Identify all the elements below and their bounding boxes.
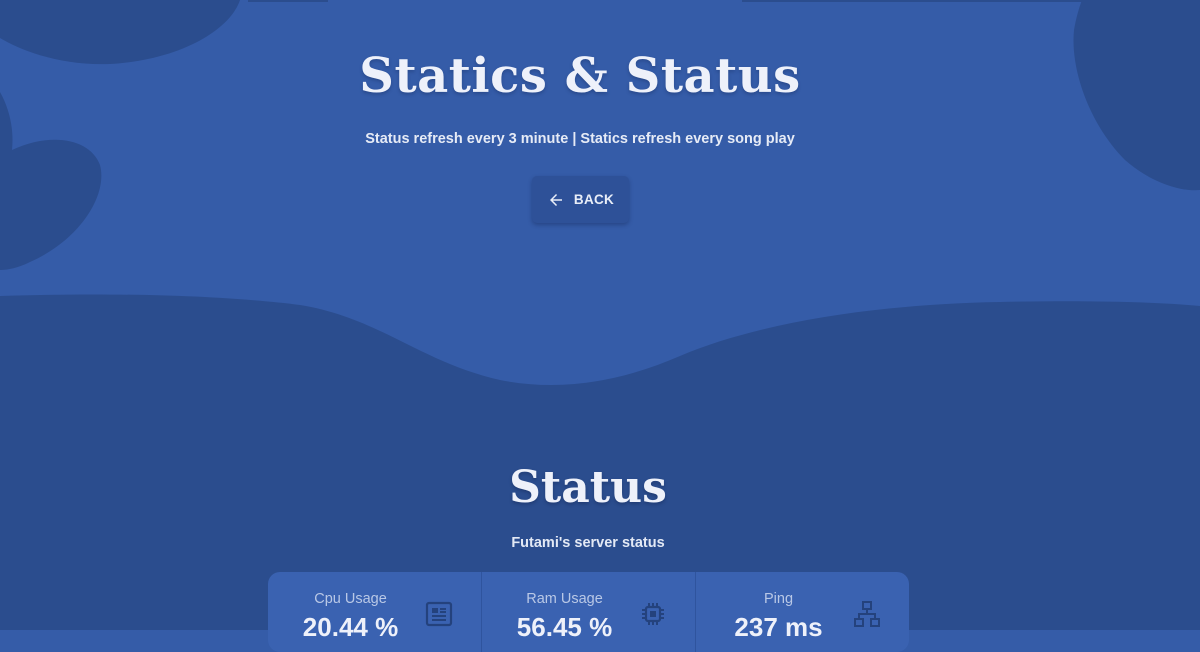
status-title: Status <box>509 462 667 513</box>
network-icon <box>852 599 882 629</box>
memory-chip-icon <box>638 599 668 629</box>
arrow-left-icon <box>547 191 565 209</box>
page-title: Statics & Status <box>359 48 801 104</box>
stat-value: 237 ms <box>734 612 823 642</box>
status-subtitle: Futami's server status <box>511 535 665 551</box>
stat-label: Ram Usage <box>526 591 603 607</box>
page-subtitle: Status refresh every 3 minute | Statics … <box>365 131 795 147</box>
cpu-icon <box>424 599 454 629</box>
status-section: Status Futami's server status Cpu Usage … <box>0 300 1200 652</box>
stat-ping: Ping 237 ms <box>695 572 909 652</box>
back-button[interactable]: BACK <box>532 176 629 223</box>
stat-ram-usage: Ram Usage 56.45 % <box>481 572 695 652</box>
stat-cpu-usage: Cpu Usage 20.44 % <box>268 572 481 652</box>
stat-value: 20.44 % <box>302 612 399 642</box>
hero-section: Statics & Status Status refresh every 3 … <box>0 0 1200 300</box>
stat-value: 56.45 % <box>516 612 613 642</box>
status-stats-card: Cpu Usage 20.44 % Ram Usage 56.45 % Ping… <box>268 572 909 652</box>
stat-label: Ping <box>763 591 794 607</box>
stat-label: Cpu Usage <box>314 591 387 607</box>
back-button-label: BACK <box>573 192 615 207</box>
